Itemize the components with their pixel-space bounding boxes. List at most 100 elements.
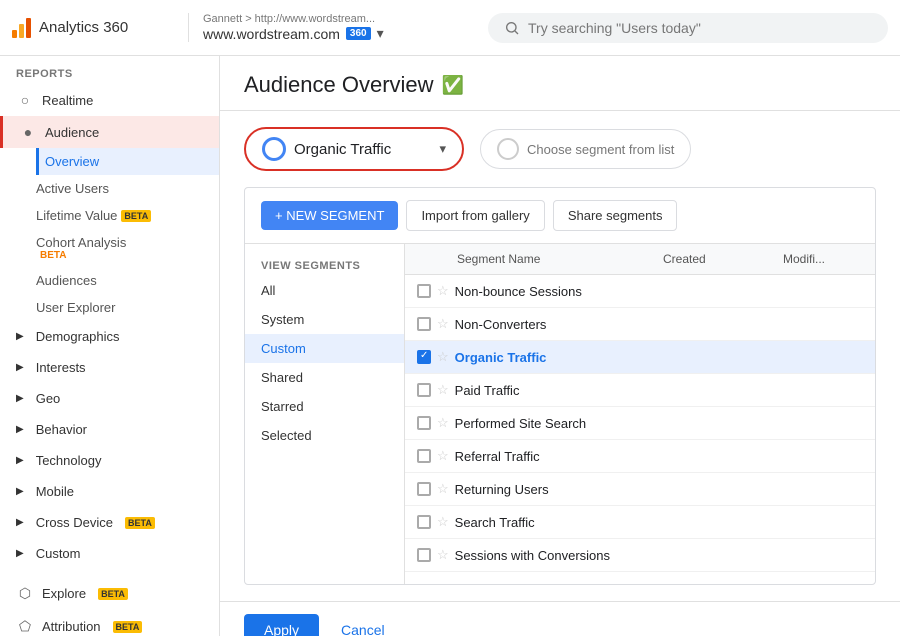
sidebar-item-lifetime-value[interactable]: Lifetime Value BETA: [36, 202, 219, 229]
person-icon: ●: [19, 124, 37, 140]
active-users-label: Active Users: [36, 181, 109, 196]
segment-row-non-converters[interactable]: ☆Non-Converters: [405, 308, 875, 341]
sidebar-item-label: Realtime: [42, 93, 93, 108]
segment1-icon: [262, 137, 286, 161]
sidebar-item-explore[interactable]: ⬡ Explore BETA: [0, 577, 219, 610]
sidebar-item-cross-device[interactable]: ▶ Cross Device BETA: [0, 507, 219, 538]
segment-row-organic-traffic[interactable]: ☆Organic Traffic: [405, 341, 875, 374]
segment-row-referral-traffic[interactable]: ☆Referral Traffic: [405, 440, 875, 473]
checkbox-search-traffic[interactable]: [417, 515, 431, 529]
sidebar-item-custom[interactable]: ▶ Custom: [0, 538, 219, 569]
segment-row-performed-site-search[interactable]: ☆ Performed Site Search: [405, 407, 875, 440]
import-gallery-label: Import from gallery: [421, 208, 529, 223]
panel-bottom: Apply Cancel: [220, 601, 900, 636]
star-referral-traffic[interactable]: ☆: [437, 448, 449, 464]
cross-device-label: Cross Device: [36, 515, 113, 530]
attribution-beta-badge: BETA: [113, 621, 143, 633]
segment-nav-custom[interactable]: Custom: [245, 334, 404, 363]
apply-button[interactable]: Apply: [244, 614, 319, 636]
segment-nav-shared[interactable]: Shared: [245, 363, 404, 392]
page-title: Audience Overview: [244, 72, 434, 98]
star-paid-traffic[interactable]: ☆: [437, 382, 449, 398]
segment-row-non-bounce[interactable]: ☆Non-bounce Sessions: [405, 275, 875, 308]
sidebar-item-interests[interactable]: ▶ Interests: [0, 352, 219, 383]
new-segment-button[interactable]: + NEW SEGMENT: [261, 201, 398, 230]
star-search-traffic[interactable]: ☆: [437, 514, 449, 530]
chevron-right-icon: ▶: [16, 424, 24, 435]
search-bar[interactable]: Try searching "Users today": [488, 13, 888, 43]
checkbox-performed-site-search[interactable]: [417, 416, 431, 430]
col-created-header: Created: [663, 252, 783, 266]
sidebar-item-label: Audience: [45, 125, 99, 140]
segment-nav-starred[interactable]: Starred: [245, 392, 404, 421]
segment2-icon: [497, 138, 519, 160]
url-badge: 360: [346, 27, 371, 40]
sidebar-item-audience[interactable]: ● Audience: [0, 116, 219, 148]
segment-row-sessions-with-conversions[interactable]: ☆Sessions with Conversions: [405, 539, 875, 572]
segment-row-search-traffic[interactable]: ☆Search Traffic: [405, 506, 875, 539]
sidebar-item-geo[interactable]: ▶ Geo: [0, 383, 219, 414]
lifetime-value-beta-badge: BETA: [121, 210, 151, 222]
segment-row-paid-traffic[interactable]: ☆ Paid Traffic: [405, 374, 875, 407]
star-returning-users[interactable]: ☆: [437, 481, 449, 497]
chevron-right-icon: ▶: [16, 517, 24, 528]
sidebar-item-cohort-analysis[interactable]: Cohort Analysis BETA: [36, 229, 219, 267]
star-non-converters[interactable]: ☆: [437, 316, 449, 332]
attribution-icon: ⬠: [16, 618, 34, 635]
segment1-pill[interactable]: Organic Traffic ▾: [244, 127, 464, 171]
sidebar-item-user-explorer[interactable]: User Explorer: [36, 294, 219, 321]
segment-nav-selected[interactable]: Selected: [245, 421, 404, 450]
chevron-right-icon: ▶: [16, 362, 24, 373]
chevron-right-icon: ▶: [16, 455, 24, 466]
interests-label: Interests: [36, 360, 86, 375]
checkbox-paid-traffic[interactable]: [417, 383, 431, 397]
sidebar-item-behavior[interactable]: ▶ Behavior: [0, 414, 219, 445]
sidebar-item-demographics[interactable]: ▶ Demographics: [0, 321, 219, 352]
audiences-label: Audiences: [36, 273, 97, 288]
col-modified-header: Modifi...: [783, 252, 863, 266]
checkbox-referral-traffic[interactable]: [417, 449, 431, 463]
segment-rows: ☆Non-bounce Sessions☆Non-Converters☆Orga…: [405, 275, 875, 572]
segment-name-paid-traffic: Paid Traffic: [455, 383, 863, 398]
checkbox-non-bounce[interactable]: [417, 284, 431, 298]
segment2-pill[interactable]: Choose segment from list: [480, 129, 691, 169]
checkbox-organic-traffic[interactable]: [417, 350, 431, 364]
url-dropdown-icon[interactable]: ▾: [377, 25, 384, 42]
segment-table-area: Segment Name Created Modifi... ☆Non-boun…: [405, 244, 875, 584]
sidebar-item-technology[interactable]: ▶ Technology: [0, 445, 219, 476]
segment-name-returning-users: Returning Users: [455, 482, 863, 497]
sidebar-item-overview[interactable]: Overview: [36, 148, 219, 175]
segment-nav-all[interactable]: All: [245, 276, 404, 305]
sidebar-item-audiences[interactable]: Audiences: [36, 267, 219, 294]
custom-label: Custom: [36, 546, 81, 561]
segment-row-returning-users[interactable]: ☆ Returning Users: [405, 473, 875, 506]
checkbox-sessions-with-conversions[interactable]: [417, 548, 431, 562]
segment-nav-label: VIEW SEGMENTS: [245, 252, 404, 276]
segment-name-performed-site-search: Performed Site Search: [455, 416, 863, 431]
share-segments-button[interactable]: Share segments: [553, 200, 678, 231]
explore-label: Explore: [42, 586, 86, 601]
sidebar-item-active-users[interactable]: Active Users: [36, 175, 219, 202]
star-non-bounce[interactable]: ☆: [437, 283, 449, 299]
star-organic-traffic[interactable]: ☆: [437, 349, 449, 365]
url-main[interactable]: www.wordstream.com 360 ▾: [203, 25, 384, 42]
segment1-text: Organic Traffic: [294, 141, 431, 158]
import-gallery-button[interactable]: Import from gallery: [406, 200, 544, 231]
sidebar-item-attribution[interactable]: ⬠ Attribution BETA: [0, 610, 219, 636]
user-explorer-label: User Explorer: [36, 300, 115, 315]
search-placeholder[interactable]: Try searching "Users today": [528, 20, 701, 36]
checkbox-non-converters[interactable]: [417, 317, 431, 331]
star-sessions-with-conversions[interactable]: ☆: [437, 547, 449, 563]
chevron-right-icon: ▶: [16, 486, 24, 497]
checkbox-returning-users[interactable]: [417, 482, 431, 496]
star-performed-site-search[interactable]: ☆: [437, 415, 449, 431]
sidebar-sub-audience: Overview Active Users Lifetime Value BET…: [0, 148, 219, 321]
sidebar: REPORTS ○ Realtime ● Audience Overview A…: [0, 56, 220, 636]
cancel-button[interactable]: Cancel: [327, 614, 399, 636]
segment-nav-system[interactable]: System: [245, 305, 404, 334]
new-segment-label: + NEW SEGMENT: [275, 208, 384, 223]
geo-label: Geo: [36, 391, 61, 406]
sidebar-item-realtime[interactable]: ○ Realtime: [0, 84, 219, 116]
sidebar-item-mobile[interactable]: ▶ Mobile: [0, 476, 219, 507]
demographics-label: Demographics: [36, 329, 120, 344]
